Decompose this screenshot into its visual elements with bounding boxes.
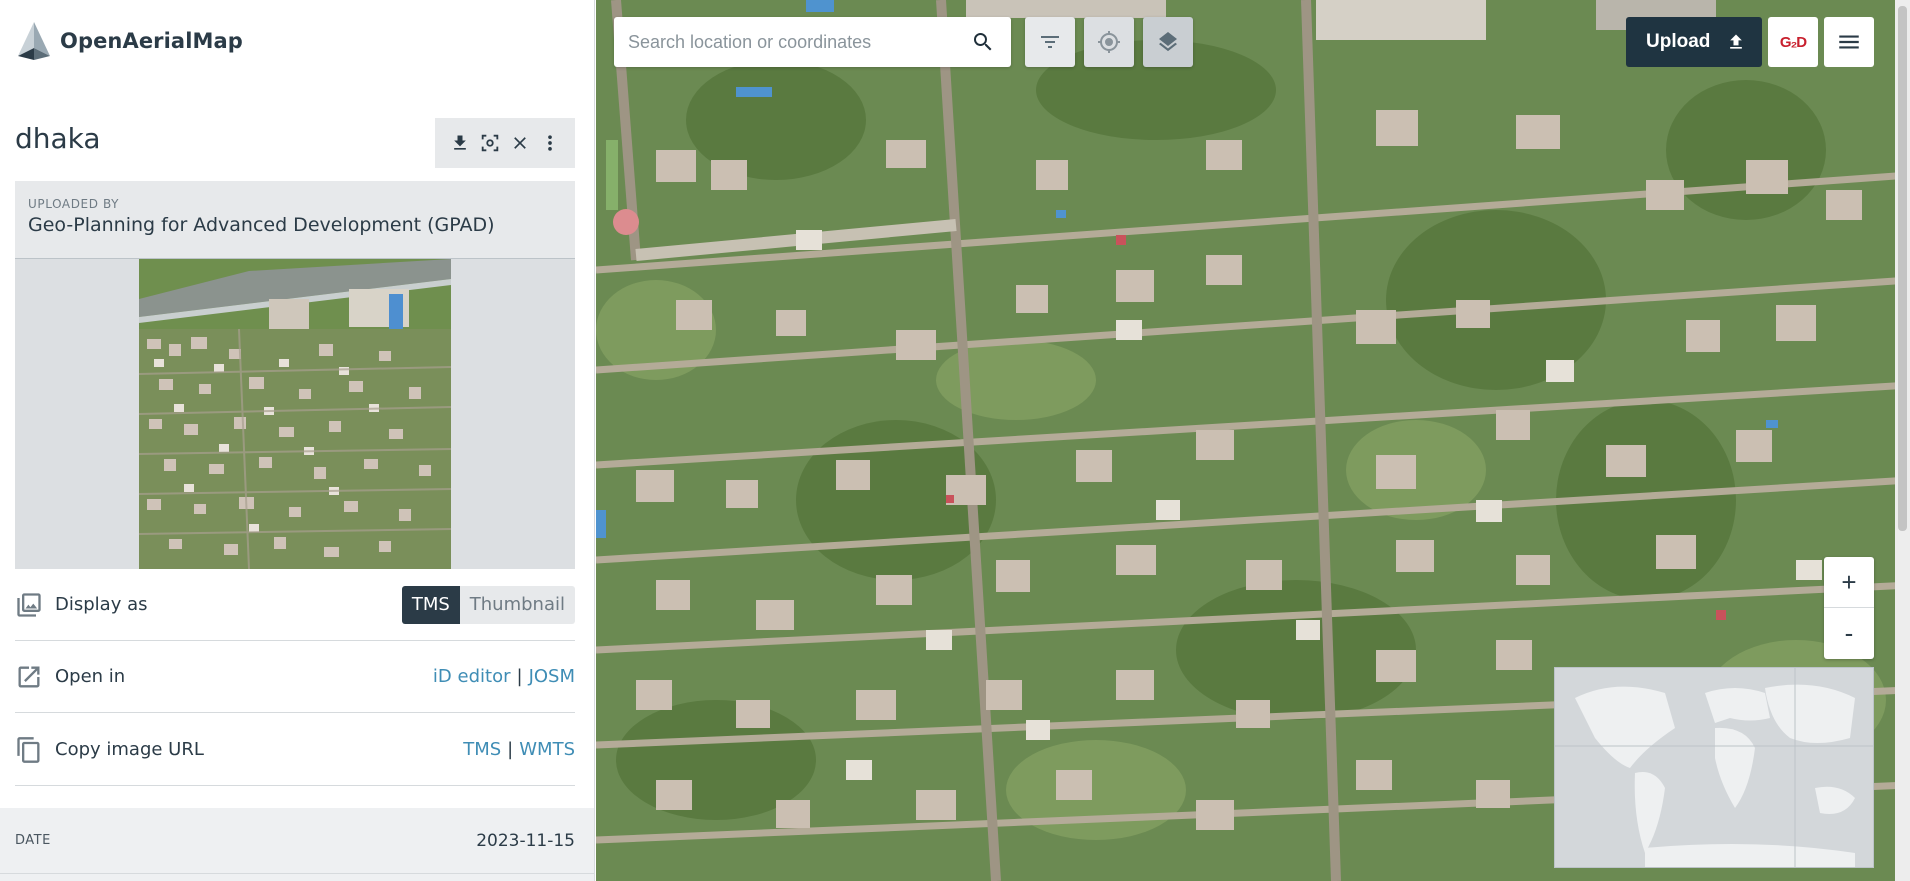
upload-label: Upload [1646, 31, 1711, 52]
layers-button[interactable] [1143, 17, 1193, 67]
search-icon [974, 33, 992, 51]
image-title: dhaka [15, 122, 101, 155]
download-icon [454, 135, 466, 150]
sidebar: OpenAerialMap dhaka UPLOADED BY Geo-Plan… [0, 0, 595, 881]
meta-divider [0, 873, 594, 881]
copy-url-row: Copy image URL TMS | WMTS [15, 714, 575, 786]
filter-button[interactable] [1025, 17, 1075, 67]
upload-icon [1730, 34, 1742, 49]
open-in-label: Open in [55, 666, 126, 687]
copy-url-links: TMS | WMTS [463, 739, 575, 760]
date-row: DATE 2023-11-15 [0, 808, 594, 873]
scrollbar-thumb[interactable] [1898, 6, 1907, 531]
focus-icon [481, 134, 499, 152]
uploaded-by-label: UPLOADED BY [28, 197, 120, 211]
crosshair-icon [1098, 31, 1120, 53]
link-separator: | [507, 739, 514, 760]
zoom-out-button[interactable]: - [1824, 608, 1874, 659]
copy-icon [15, 736, 43, 764]
open-in-row: Open in iD editor | JOSM [15, 641, 575, 713]
zoom-in-button[interactable]: + [1824, 557, 1874, 608]
search-button[interactable] [969, 28, 997, 56]
hamburger-menu-icon [1839, 35, 1859, 49]
uploader-name: Geo-Planning for Advanced Development (G… [28, 214, 495, 236]
image-actions [435, 118, 575, 168]
open-in-josm-link[interactable]: JOSM [529, 666, 575, 687]
open-in-links: iD editor | JOSM [433, 666, 575, 687]
copy-wmts-link[interactable]: WMTS [519, 739, 575, 760]
brand[interactable]: OpenAerialMap [14, 20, 243, 62]
open-in-new-icon [15, 663, 43, 691]
layers-icon [1159, 32, 1177, 52]
filter-icon [1041, 36, 1059, 48]
image-header: dhaka [15, 118, 575, 168]
search-bar [614, 17, 1011, 67]
gpad-logo: G₂D [1779, 33, 1807, 51]
date-label: DATE [15, 833, 51, 848]
map-canvas[interactable]: Upload G₂D + - [596, 0, 1910, 881]
display-as-label: Display as [55, 594, 148, 615]
more-vertical-icon [548, 135, 552, 151]
close-icon [514, 137, 526, 149]
gpad-logo-button[interactable]: G₂D [1768, 17, 1818, 67]
image-preview [15, 259, 575, 569]
more-options-button[interactable] [539, 132, 561, 154]
close-button[interactable] [509, 132, 531, 154]
display-option-tms[interactable]: TMS [401, 585, 460, 624]
overview-minimap[interactable] [1554, 667, 1874, 868]
date-value: 2023-11-15 [476, 830, 575, 851]
copy-tms-link[interactable]: TMS [463, 739, 501, 760]
uploader-card: UPLOADED BY Geo-Planning for Advanced De… [15, 181, 575, 259]
display-option-thumbnail[interactable]: Thumbnail [459, 585, 575, 624]
display-toggle: TMS Thumbnail [401, 585, 575, 624]
page-scrollbar[interactable] [1895, 0, 1910, 881]
link-separator: | [516, 666, 523, 687]
image-icon [15, 591, 43, 619]
zoom-to-image-button[interactable] [479, 132, 501, 154]
search-input[interactable] [628, 31, 969, 53]
open-in-id-editor-link[interactable]: iD editor [433, 666, 511, 687]
openaerialmap-logo-icon [18, 22, 50, 60]
brand-name: OpenAerialMap [60, 29, 243, 53]
image-thumbnail [139, 259, 451, 569]
upload-button[interactable]: Upload [1626, 17, 1762, 67]
display-as-row: Display as TMS Thumbnail [15, 569, 575, 641]
copy-url-label: Copy image URL [55, 739, 204, 760]
menu-button[interactable] [1824, 17, 1874, 67]
locate-button[interactable] [1084, 17, 1134, 67]
download-button[interactable] [449, 132, 471, 154]
zoom-control: + - [1824, 557, 1874, 659]
world-map-icon [1555, 668, 1873, 867]
